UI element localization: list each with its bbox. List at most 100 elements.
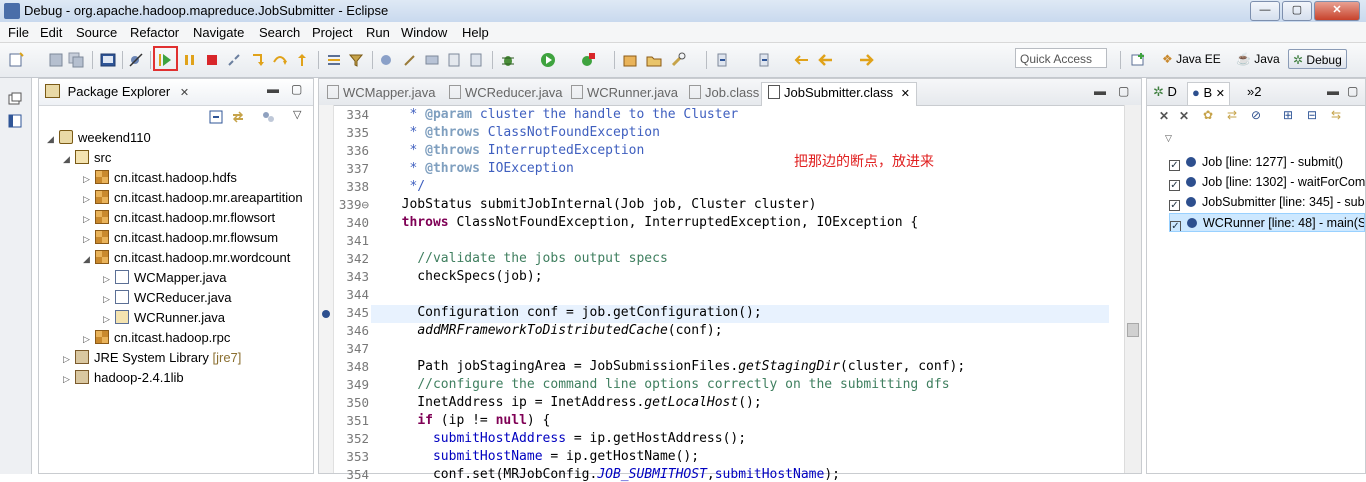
tree-item-src[interactable]: ◢ src xyxy=(63,149,111,167)
menu-navigate[interactable]: Navigate xyxy=(193,25,244,40)
chevron-down-icon[interactable]: ◢ xyxy=(83,250,95,268)
next-annotation-icon[interactable] xyxy=(714,52,730,68)
tab-breakpoints[interactable]: ● B ✕ xyxy=(1187,82,1230,105)
chevron-right-icon[interactable]: ▷ xyxy=(83,190,95,208)
code-line[interactable]: * @throws IOException xyxy=(386,161,573,176)
code-line[interactable]: Path jobStagingArea = JobSubmissionFiles… xyxy=(386,359,965,374)
menu-help[interactable]: Help xyxy=(462,25,489,40)
breakpoint-item[interactable]: ✓ Job [line: 1302] - waitForCompletion(bo… xyxy=(1169,173,1365,192)
menu-project[interactable]: Project xyxy=(312,25,352,40)
more-views-button[interactable]: »2 xyxy=(1247,84,1261,99)
breakpoint-item[interactable]: ✓ JobSubmitter [line: 345] - submitJobInt… xyxy=(1169,193,1365,212)
display-icon[interactable] xyxy=(424,52,440,68)
collapse-all-icon[interactable] xyxy=(209,110,223,124)
close-button[interactable]: ✕ xyxy=(1314,1,1360,21)
back-icon[interactable] xyxy=(818,52,834,68)
menu-refactor[interactable]: Refactor xyxy=(130,25,179,40)
drop-to-frame-icon[interactable] xyxy=(326,52,342,68)
step-return-icon[interactable] xyxy=(294,52,310,68)
chevron-right-icon[interactable]: ▷ xyxy=(83,170,95,188)
perspective-java[interactable]: ☕ Java xyxy=(1232,49,1284,69)
code-line[interactable]: * @throws InterruptedException xyxy=(386,143,644,158)
view-menu-icon[interactable]: ▽ xyxy=(293,108,301,121)
tree-item-java-file[interactable]: ▷ WCMapper.java xyxy=(103,269,226,287)
tab-wcrunner[interactable]: WCRunner.java xyxy=(571,83,678,104)
chevron-right-icon[interactable]: ▷ xyxy=(83,210,95,228)
run-icon[interactable] xyxy=(540,52,556,68)
minimize-button[interactable]: — xyxy=(1250,1,1280,21)
code-line[interactable]: Configuration conf = job.getConfiguratio… xyxy=(386,305,762,320)
tab-wcreducer[interactable]: WCReducer.java xyxy=(449,83,563,104)
code-line[interactable]: conf.set(MRJobConfig.JOB_SUBMITHOST,subm… xyxy=(386,467,840,482)
close-view-icon[interactable]: ✕ xyxy=(180,87,189,99)
maximize-view-icon[interactable]: ▢ xyxy=(1118,84,1129,98)
debug-icon[interactable] xyxy=(500,52,516,68)
tab-job-class[interactable]: Job.class xyxy=(689,83,759,104)
menu-search[interactable]: Search xyxy=(259,25,300,40)
resume-icon[interactable] xyxy=(157,52,173,68)
package-explorer-tab[interactable]: Package Explorer ✕ xyxy=(45,84,189,99)
chevron-right-icon[interactable]: ▷ xyxy=(103,290,115,308)
open-perspective-icon[interactable] xyxy=(1130,52,1146,68)
forward-icon[interactable] xyxy=(858,52,874,68)
tree-item-library[interactable]: ▷ hadoop-2.4.1lib xyxy=(63,369,184,387)
new-java-package-icon[interactable] xyxy=(622,52,638,68)
watch-icon[interactable] xyxy=(468,52,484,68)
restore-icon[interactable] xyxy=(8,92,22,106)
show-supported-icon[interactable]: ✿ xyxy=(1203,108,1213,122)
step-over-icon[interactable] xyxy=(272,52,288,68)
tree-item-library[interactable]: ▷ JRE System Library [jre7] xyxy=(63,349,241,367)
tree-item-java-file[interactable]: ▷ WCReducer.java xyxy=(103,289,232,307)
maximize-view-icon[interactable]: ▢ xyxy=(291,82,302,96)
debug-tools-icon[interactable] xyxy=(378,52,394,68)
expand-all-icon[interactable]: ⊞ xyxy=(1283,108,1293,122)
collapse-all-icon[interactable]: ⊟ xyxy=(1307,108,1317,122)
chevron-right-icon[interactable]: ▷ xyxy=(103,310,115,328)
chevron-right-icon[interactable]: ▷ xyxy=(63,350,75,368)
menu-edit[interactable]: Edit xyxy=(40,25,62,40)
code-line[interactable]: submitHostName = ip.getHostName(); xyxy=(386,449,699,464)
menu-run[interactable]: Run xyxy=(366,25,390,40)
code-line[interactable]: submitHostAddress = ip.getHostAddress(); xyxy=(386,431,746,446)
vertical-scrollbar[interactable] xyxy=(1124,105,1141,473)
code-line[interactable]: if (ip != null) { xyxy=(386,413,550,428)
breakpoint-marker-icon[interactable] xyxy=(322,310,330,318)
use-step-filters-icon[interactable] xyxy=(348,52,364,68)
minimize-view-icon[interactable]: ▬ xyxy=(1094,84,1106,98)
disconnect-icon[interactable] xyxy=(226,52,242,68)
tree-item-project[interactable]: ◢ weekend110 xyxy=(47,129,151,147)
code-line[interactable]: JobStatus submitJobInternal(Job job, Clu… xyxy=(386,197,817,212)
breakpoint-checkbox[interactable]: ✓ xyxy=(1169,180,1180,191)
terminate-icon[interactable] xyxy=(204,52,220,68)
close-tab-icon[interactable]: ✕ xyxy=(1216,88,1225,100)
scrollbar-thumb[interactable] xyxy=(1127,323,1139,337)
link-with-editor-icon[interactable] xyxy=(231,110,245,124)
code-line[interactable]: * @param cluster the handle to the Clust… xyxy=(386,107,738,122)
suspend-icon[interactable] xyxy=(182,52,198,68)
skip-breakpoints-icon[interactable] xyxy=(128,52,144,68)
view-filter-icon[interactable] xyxy=(261,110,275,124)
tab-wcmapper[interactable]: WCMapper.java xyxy=(327,83,435,104)
tree-item-package[interactable]: ◢ cn.itcast.hadoop.mr.wordcount xyxy=(83,249,290,267)
code-line[interactable]: throws ClassNotFoundException, Interrupt… xyxy=(386,215,919,230)
open-type-icon[interactable] xyxy=(646,52,662,68)
menu-file[interactable]: File xyxy=(8,25,29,40)
chevron-right-icon[interactable]: ▷ xyxy=(103,270,115,288)
quick-access-input[interactable]: Quick Access xyxy=(1015,48,1107,68)
run-external-tools-icon[interactable] xyxy=(580,52,596,68)
code-line[interactable]: InetAddress ip = InetAddress.getLocalHos… xyxy=(386,395,761,410)
breakpoint-checkbox[interactable]: ✓ xyxy=(1169,160,1180,171)
breakpoint-item[interactable]: ✓ WCRunner [line: 48] - main(String[]) xyxy=(1169,213,1365,232)
search-icon[interactable] xyxy=(670,52,686,68)
menu-window[interactable]: Window xyxy=(401,25,447,40)
code-line[interactable]: //configure the command line options cor… xyxy=(386,377,949,392)
link-with-debug-icon[interactable]: ⇄ xyxy=(1227,108,1237,122)
perspective-java-ee[interactable]: ❖ Java EE xyxy=(1158,49,1225,69)
save-icon[interactable] xyxy=(48,52,64,68)
remove-breakpoint-icon[interactable]: ✕ xyxy=(1159,109,1169,123)
chevron-right-icon[interactable]: ▷ xyxy=(63,370,75,388)
remove-all-breakpoints-icon[interactable]: ✕ xyxy=(1179,109,1189,123)
chevron-down-icon[interactable]: ◢ xyxy=(63,150,75,168)
execute-icon[interactable] xyxy=(446,52,462,68)
chevron-down-icon[interactable]: ◢ xyxy=(47,130,59,148)
